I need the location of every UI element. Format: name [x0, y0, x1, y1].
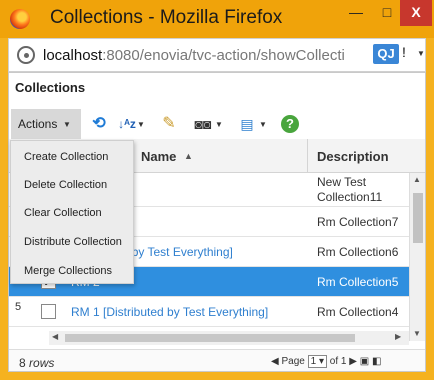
chevron-down-icon[interactable]: ▼	[215, 120, 223, 129]
table-row[interactable]: 5 RM 1 [Distributed by Test Everything] …	[9, 297, 409, 327]
menu-item-delete-collection[interactable]: Delete Collection	[11, 171, 135, 199]
export-icon[interactable]: ▤	[237, 115, 257, 133]
window-title: Collections - Mozilla Firefox	[50, 7, 283, 28]
row-checkbox[interactable]	[41, 304, 56, 319]
scroll-right-icon[interactable]: ▶	[395, 332, 401, 341]
settings-icon[interactable]: ◧	[372, 356, 381, 367]
chevron-down-icon[interactable]: ▼	[417, 49, 425, 58]
next-page-icon[interactable]: ▶	[349, 356, 357, 367]
sort-az-icon[interactable]: ↓ᴬz	[117, 115, 137, 133]
scroll-down-icon[interactable]: ▼	[413, 329, 421, 338]
actions-button[interactable]: Actions ▼	[11, 109, 81, 139]
firefox-logo-icon	[10, 9, 30, 29]
scrollbar-thumb[interactable]	[413, 193, 423, 243]
row-name-link[interactable]: RM 1 [Distributed by Test Everything]	[71, 305, 268, 319]
binoculars-icon[interactable]: ◙◙	[193, 115, 213, 133]
menu-item-merge-collections[interactable]: Merge Collections	[11, 257, 135, 285]
edit-icon[interactable]: ✎	[159, 115, 179, 133]
title-bar: Collections - Mozilla Firefox — □ X	[0, 0, 434, 38]
row-count: 8 rows	[19, 356, 54, 370]
menu-item-clear-collection[interactable]: Clear Collection	[11, 199, 135, 227]
row-description: Rm Collection4	[317, 305, 399, 319]
url-host: localhost	[43, 47, 103, 64]
column-header-description[interactable]: Description	[317, 149, 389, 164]
qj-addon-button[interactable]: QJ	[373, 44, 399, 64]
chevron-down-icon[interactable]: ▼	[137, 120, 145, 129]
row-description: Rm Collection5	[317, 275, 399, 289]
column-header-name[interactable]: Name	[141, 149, 176, 164]
close-button[interactable]: X	[400, 0, 432, 26]
minimize-button[interactable]: —	[341, 0, 371, 26]
total-pages: 1	[340, 356, 347, 367]
row-description: Rm Collection7	[317, 215, 399, 229]
actions-label: Actions	[18, 117, 58, 131]
site-info-icon[interactable]	[17, 46, 35, 64]
maximize-button[interactable]: □	[372, 0, 402, 26]
url-path: :8080/enovia/tvc-action/showCollecti	[102, 47, 345, 64]
horizontal-scrollbar[interactable]: ◀ ▶	[49, 331, 409, 345]
pager: ◀ Page 1 ▾ of 1 ▶ ▣ ◧	[271, 355, 381, 368]
page-label: Page	[281, 356, 305, 367]
qj-addon-suffix: !	[402, 44, 406, 60]
menu-item-create-collection[interactable]: Create Collection	[11, 143, 135, 171]
scroll-up-icon[interactable]: ▲	[413, 175, 421, 184]
scroll-left-icon[interactable]: ◀	[52, 332, 58, 341]
row-description: Rm Collection6	[317, 245, 399, 259]
help-icon[interactable]: ?	[281, 115, 299, 133]
page-select[interactable]: 1 ▾	[307, 355, 327, 368]
page-title: Collections	[15, 80, 86, 95]
refresh-icon[interactable]: ⟲	[89, 115, 109, 133]
scrollbar-thumb[interactable]	[65, 334, 355, 342]
sort-ascending-icon: ▲	[184, 151, 193, 161]
address-bar[interactable]: localhost:8080/enovia/tvc-action/showCol…	[8, 38, 426, 72]
url-text[interactable]: localhost:8080/enovia/tvc-action/showCol…	[43, 47, 363, 64]
vertical-scrollbar[interactable]: ▲ ▼	[409, 173, 425, 341]
view-mode-icon[interactable]: ▣	[360, 356, 369, 367]
row-description: New Test Collection11	[317, 175, 383, 204]
prev-page-icon[interactable]: ◀	[271, 356, 279, 367]
row-number: 5	[15, 301, 22, 313]
page-select-value: 1	[310, 356, 317, 367]
of-label: of	[329, 356, 339, 367]
grid-footer: 8 rows ◀ Page 1 ▾ of 1 ▶ ▣ ◧	[9, 349, 425, 371]
row-count-label: rows	[29, 356, 55, 370]
chevron-down-icon[interactable]: ▼	[259, 120, 267, 129]
row-count-value: 8	[19, 356, 26, 370]
menu-item-distribute-collection[interactable]: Distribute Collection	[11, 228, 135, 256]
chevron-down-icon: ▼	[63, 120, 71, 129]
column-divider	[307, 139, 308, 173]
actions-menu: Create Collection Delete Collection Clea…	[10, 140, 134, 284]
toolbar: Actions ▼ ⟲ ↓ᴬz ▼ ✎ ◙◙ ▼ ▤ ▼ ?	[9, 109, 425, 139]
